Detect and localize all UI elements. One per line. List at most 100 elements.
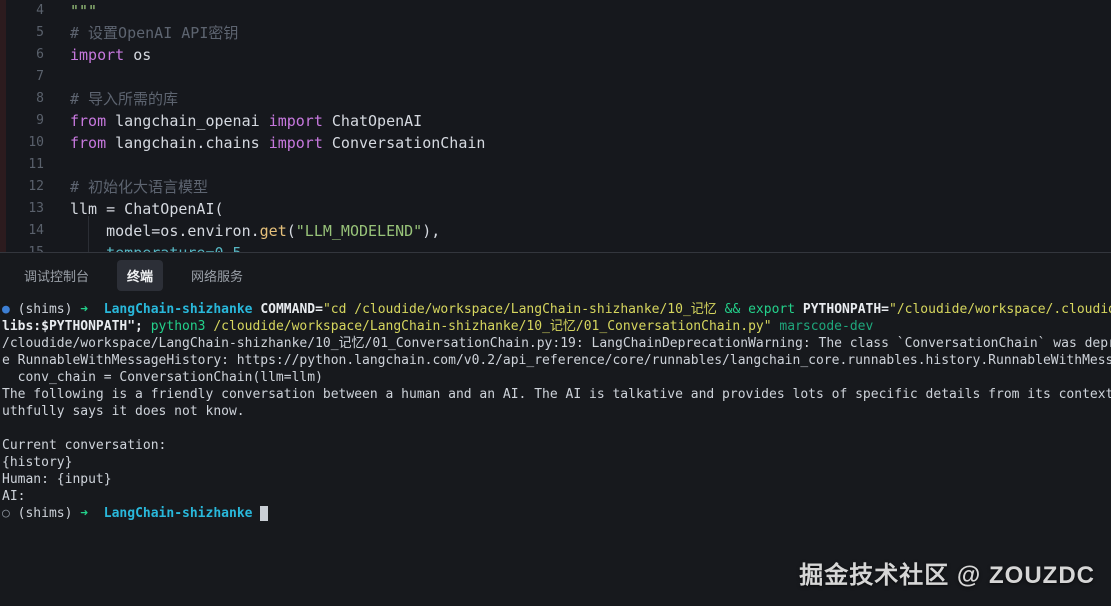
text-segment: get: [260, 222, 287, 240]
text-segment: os: [124, 46, 151, 64]
terminal-line: [2, 420, 1111, 437]
indent-guide: [88, 216, 89, 252]
text-segment: # 导入所需的库: [70, 90, 178, 108]
code-text: temperature=0.5: [70, 242, 242, 252]
code-text: # 设置OpenAI API密钥: [70, 22, 238, 44]
text-segment: temperature=0.5: [70, 244, 242, 252]
code-text: import os: [70, 44, 151, 66]
text-segment: (shims): [10, 506, 80, 521]
text-segment: from: [70, 134, 106, 152]
line-number: 12: [0, 176, 44, 198]
panel-tab-bar: 调试控制台 终端 网络服务: [0, 253, 1111, 297]
text-segment: (shims): [10, 302, 80, 317]
text-segment: """: [70, 2, 97, 20]
terminal-cursor: [260, 506, 268, 521]
line-number: 11: [0, 154, 44, 176]
code-editor[interactable]: 4 """ 5 # 设置OpenAI API密钥 6 import os 7 8 # 导入所需…: [0, 0, 1111, 252]
text-segment: {history}: [2, 455, 72, 470]
line-number: 5: [0, 22, 44, 44]
code-text: from langchain.chains import Conversatio…: [70, 132, 485, 154]
terminal-line: conv_chain = ConversationChain(llm=llm): [2, 369, 1111, 386]
code-text: llm = ChatOpenAI(: [70, 198, 224, 220]
text-segment: from: [70, 112, 106, 130]
code-text: # 初始化大语言模型: [70, 176, 208, 198]
text-segment: [717, 302, 725, 317]
text-segment: [88, 506, 104, 521]
terminal-line: AI:: [2, 488, 1111, 505]
terminal-line: libs:$PYTHONPATH"; python3 /cloudide/wor…: [2, 318, 1111, 335]
code-line: 6 import os: [0, 44, 1111, 66]
text-segment: (: [287, 222, 296, 240]
text-segment: [795, 302, 803, 317]
code-line: 8 # 导入所需的库: [0, 88, 1111, 110]
text-segment: "/cloudide/workspace/.cloudide/extension…: [889, 302, 1111, 317]
text-segment: /cloudide/workspace/LangChain-shizhanke/…: [213, 319, 771, 334]
text-segment: # 初始化大语言模型: [70, 178, 208, 196]
line-number: 7: [0, 66, 44, 88]
text-segment: ➜: [80, 302, 88, 317]
tab-network-service[interactable]: 网络服务: [181, 260, 253, 291]
tab-terminal[interactable]: 终端: [117, 260, 163, 291]
line-number: 15: [0, 242, 44, 252]
text-segment: libs:$PYTHONPATH";: [2, 319, 151, 334]
line-number: 10: [0, 132, 44, 154]
code-text: from langchain_openai import ChatOpenAI: [70, 110, 422, 132]
code-line: 4 """: [0, 0, 1111, 22]
terminal-line: ○ (shims) ➜ LangChain-shizhanke: [2, 505, 1111, 522]
code-line: 10 from langchain.chains import Conversat…: [0, 132, 1111, 154]
text-segment: ChatOpenAI: [323, 112, 422, 130]
text-segment: The following is a friendly conversation…: [2, 387, 1111, 402]
text-segment: PYTHONPATH=: [803, 302, 889, 317]
text-segment: conv_chain = ConversationChain(llm=llm): [2, 370, 323, 385]
text-segment: && export: [725, 302, 795, 317]
tab-debug-console[interactable]: 调试控制台: [14, 260, 99, 291]
code-line: 13 llm = ChatOpenAI(: [0, 198, 1111, 220]
text-segment: marscode-dev: [772, 319, 874, 334]
text-segment: import: [70, 46, 124, 64]
text-segment: uthfully says it does not know.: [2, 404, 245, 419]
line-number: 6: [0, 44, 44, 66]
text-segment: LangChain-shizhanke: [104, 506, 253, 521]
terminal-line: Human: {input}: [2, 471, 1111, 488]
text-segment: llm = ChatOpenAI(: [70, 200, 224, 218]
text-segment: COMMAND=: [260, 302, 323, 317]
text-segment: # 设置OpenAI API密钥: [70, 24, 238, 42]
code-lines-container: 4 """ 5 # 设置OpenAI API密钥 6 import os 7 8 # 导入所需…: [0, 0, 1111, 252]
text-segment: AI:: [2, 489, 25, 504]
line-number: 14: [0, 220, 44, 242]
line-number: 8: [0, 88, 44, 110]
line-number: 13: [0, 198, 44, 220]
text-segment: "cd /cloudide/workspace/LangChain-shizha…: [323, 302, 717, 317]
text-segment: ),: [422, 222, 440, 240]
text-segment: LangChain-shizhanke: [104, 302, 253, 317]
text-segment: ○: [2, 506, 10, 521]
text-segment: e RunnableWithMessageHistory: https://py…: [2, 353, 1111, 368]
code-line: 15 temperature=0.5: [0, 242, 1111, 252]
text-segment: import: [269, 112, 323, 130]
code-text: [70, 66, 79, 88]
text-segment: [88, 302, 104, 317]
code-text: """: [70, 0, 97, 22]
text-segment: ConversationChain: [323, 134, 486, 152]
text-segment: ●: [2, 302, 10, 317]
bottom-panel: 调试控制台 终端 网络服务 ● (shims) ➜ LangChain-shiz…: [0, 252, 1111, 605]
code-line: 11: [0, 154, 1111, 176]
terminal-line: The following is a friendly conversation…: [2, 386, 1111, 403]
code-line: 14 model=os.environ.get("LLM_MODELEND"),: [0, 220, 1111, 242]
line-number: 4: [0, 0, 44, 22]
line-number: 9: [0, 110, 44, 132]
terminal-line: /cloudide/workspace/LangChain-shizhanke/…: [2, 335, 1111, 352]
terminal-line: e RunnableWithMessageHistory: https://py…: [2, 352, 1111, 369]
text-segment: langchain.chains: [106, 134, 269, 152]
code-text: [70, 154, 79, 176]
terminal-line: {history}: [2, 454, 1111, 471]
terminal-line: uthfully says it does not know.: [2, 403, 1111, 420]
text-segment: import: [269, 134, 323, 152]
watermark: 掘金技术社区 @ ZOUZDC: [799, 555, 1095, 590]
text-segment: /cloudide/workspace/LangChain-shizhanke/…: [2, 336, 1111, 351]
text-segment: "LLM_MODELEND": [296, 222, 422, 240]
text-segment: model=os.environ.: [70, 222, 260, 240]
terminal-line: ● (shims) ➜ LangChain-shizhanke COMMAND=…: [2, 301, 1111, 318]
text-segment: Human: {input}: [2, 472, 112, 487]
text-segment: python3: [151, 319, 206, 334]
